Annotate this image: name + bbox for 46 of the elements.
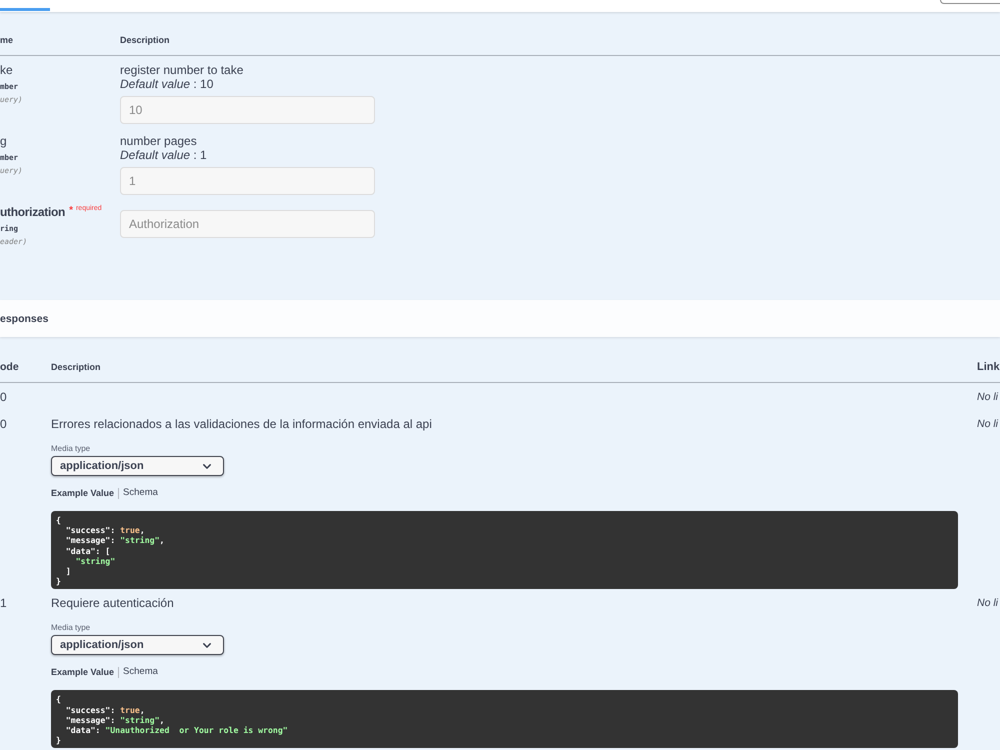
chevron-down-icon [203, 642, 211, 648]
media-type-label: Media type [51, 444, 90, 454]
default-value-text: Default value : 10 [120, 77, 214, 91]
media-type-select[interactable]: application/json [51, 635, 224, 656]
code-line: "message": "string", [64, 714, 166, 726]
media-type-label: Media type [51, 623, 90, 634]
response-description: Errores relacionados a las validaciones de la información enviada al api [51, 417, 432, 431]
button-edge[interactable] [940, 0, 1000, 4]
code-line: "message": "string", [64, 535, 166, 546]
response-description: Requiere autenticación [51, 596, 174, 610]
param-description: number pages [120, 134, 197, 148]
column-header: Description [51, 361, 102, 373]
code-line: } [56, 576, 62, 586]
code-line: } [56, 735, 62, 746]
response-code: 0 [0, 390, 7, 404]
code-line: ] [64, 566, 72, 576]
column-header: Description [120, 35, 171, 45]
param-name: g [0, 133, 7, 149]
links-text: No li [977, 596, 998, 610]
required-asterisk: * [69, 204, 73, 218]
code-line: "success": true, [64, 525, 146, 536]
param-description: register number to take [120, 63, 244, 77]
code-line: { [56, 694, 62, 705]
media-type-select[interactable]: application/json [51, 456, 224, 476]
example-tab[interactable]: Example Value [51, 666, 114, 678]
column-header: Link [977, 361, 1000, 373]
code-line: "data": "Unauthorized or Your role is wrong" [64, 725, 289, 736]
links-text: No li [977, 390, 998, 404]
param-name: ke [0, 62, 13, 78]
column-header: me [0, 35, 14, 45]
code-line: "string" [74, 556, 116, 566]
links-text: No li [977, 417, 998, 431]
section-title: esponses [0, 312, 48, 324]
default-value-text: Default value : 1 [120, 148, 207, 162]
code-line: { [56, 515, 62, 526]
active-tab-underline [0, 8, 50, 11]
column-header: ode [0, 361, 20, 373]
example-tab[interactable]: Schema [123, 487, 158, 499]
code-line: "data": [ [64, 546, 112, 556]
example-tab[interactable]: Example Value [51, 487, 114, 499]
chevron-down-icon [203, 464, 211, 468]
code-line: "success": true, [64, 704, 146, 715]
response-code: 1 [0, 596, 7, 610]
response-code: 0 [0, 417, 7, 431]
example-tab[interactable]: Schema [123, 666, 158, 678]
param-name: uthorization [0, 204, 66, 220]
